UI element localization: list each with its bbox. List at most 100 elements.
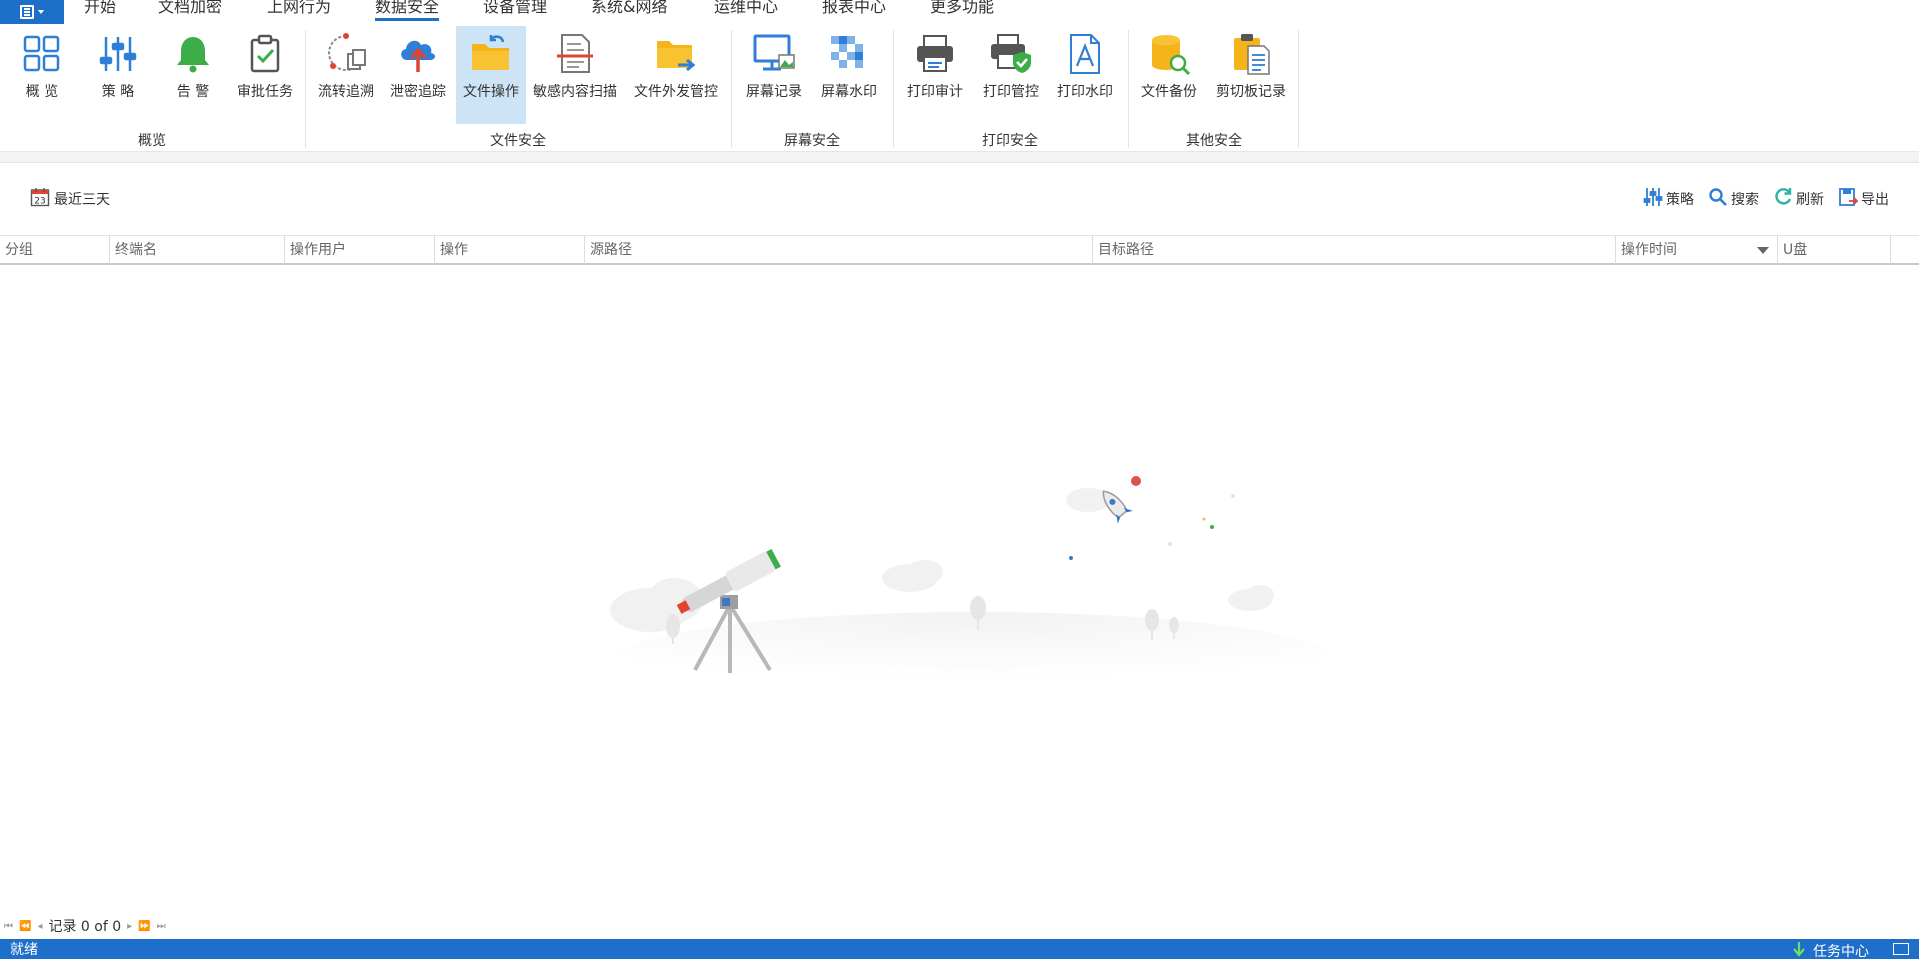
column-header-usb-drive[interactable]: U盘 xyxy=(1778,236,1891,264)
empty-state-illustration xyxy=(580,460,1350,714)
flow-trace-button-label: 流转追溯 xyxy=(318,84,374,100)
toolbar-search-button[interactable]: 搜索 xyxy=(1708,187,1759,211)
leak-trace-button[interactable]: 泄密追踪 xyxy=(386,26,450,124)
printer-icon xyxy=(913,32,957,76)
group-label-other-security: 其他安全 xyxy=(1186,133,1242,149)
clipboard-icon xyxy=(1229,32,1273,76)
cloud-upload-icon xyxy=(396,32,440,76)
sensitive-scan-button-label: 敏感内容扫描 xyxy=(533,84,617,100)
document-icon xyxy=(20,5,34,19)
next-page-icon[interactable]: ▸ xyxy=(127,921,132,932)
file-outgoing-control-button[interactable]: 文件外发管控 xyxy=(628,26,724,124)
task-center-button[interactable]: 任务中心 xyxy=(1791,941,1869,959)
file-backup-button-label: 文件备份 xyxy=(1141,84,1197,100)
tab-start[interactable]: 开始 xyxy=(84,0,116,21)
flow-trace-icon xyxy=(324,32,368,76)
print-control-button[interactable]: 打印管控 xyxy=(976,26,1046,124)
tab-ops-center[interactable]: 运维中心 xyxy=(714,0,778,21)
column-header-terminal-name[interactable]: 终端名 xyxy=(110,236,285,264)
tab-web-behavior[interactable]: 上网行为 xyxy=(267,0,331,21)
refresh-icon xyxy=(1773,187,1793,211)
group-separator xyxy=(1298,30,1299,148)
record-count-label: 记录 0 of 0 xyxy=(48,919,122,935)
calendar-icon: 23 xyxy=(30,187,50,211)
overview-button[interactable]: 概 览 xyxy=(14,26,70,124)
screen-watermark-button-label: 屏幕水印 xyxy=(821,84,877,100)
sensitive-scan-button[interactable]: 敏感内容扫描 xyxy=(530,26,620,124)
toolbar-policy-button[interactable]: 策略 xyxy=(1643,187,1694,211)
column-header-target-path[interactable]: 目标路径 xyxy=(1093,236,1616,264)
toolbar-search-label: 搜索 xyxy=(1731,192,1759,208)
group-separator xyxy=(1128,30,1129,148)
alarm-button[interactable]: 告 警 xyxy=(165,26,221,124)
flow-trace-button[interactable]: 流转追溯 xyxy=(314,26,378,124)
first-page-icon[interactable]: ⏮ xyxy=(4,921,13,932)
sort-descending-icon[interactable] xyxy=(1757,247,1769,254)
column-header-operation[interactable]: 操作 xyxy=(435,236,585,264)
date-range-label: 最近三天 xyxy=(54,192,110,208)
toolbar-policy-label: 策略 xyxy=(1666,192,1694,208)
group-label-file-security: 文件安全 xyxy=(490,133,546,149)
menu-bar: 开始 文档加密 上网行为 数据安全 设备管理 系统&网络 运维中心 报表中心 更… xyxy=(0,0,1919,24)
pager: ⏮ ⏪ ◂ 记录 0 of 0 ▸ ⏩ ⏭ xyxy=(4,916,166,936)
app-menu-button[interactable] xyxy=(0,0,64,24)
date-range-filter[interactable]: 23 最近三天 xyxy=(30,187,110,211)
prev-page-fast-icon[interactable]: ⏪ xyxy=(19,921,31,932)
sliders-icon xyxy=(1643,187,1663,211)
sliders-icon xyxy=(96,32,140,76)
grid-header: 分组 终端名 操作用户 操作 源路径 目标路径 操作时间 U盘 xyxy=(0,235,1919,265)
screen-record-button-label: 屏幕记录 xyxy=(746,84,802,100)
leak-trace-button-label: 泄密追踪 xyxy=(390,84,446,100)
tab-data-security[interactable]: 数据安全 xyxy=(375,0,440,21)
clipboard-record-button-label: 剪切板记录 xyxy=(1216,84,1286,100)
tab-doc-encryption[interactable]: 文档加密 xyxy=(158,0,222,21)
print-watermark-button-label: 打印水印 xyxy=(1057,84,1113,100)
print-audit-button[interactable]: 打印审计 xyxy=(902,26,968,124)
toolbar-refresh-button[interactable]: 刷新 xyxy=(1773,187,1824,211)
approval-task-button[interactable]: 审批任务 xyxy=(233,26,297,124)
file-operation-button[interactable]: 文件操作 xyxy=(456,26,526,124)
download-arrow-icon xyxy=(1791,941,1807,959)
calendar-icon-day: 23 xyxy=(34,197,45,207)
export-icon xyxy=(1838,187,1859,211)
column-header-source-path[interactable]: 源路径 xyxy=(585,236,1093,264)
tab-more-features[interactable]: 更多功能 xyxy=(930,0,994,21)
task-center-label: 任务中心 xyxy=(1813,943,1869,959)
policy-button[interactable]: 策 略 xyxy=(90,26,146,124)
print-audit-button-label: 打印审计 xyxy=(907,84,963,100)
toolbar-refresh-label: 刷新 xyxy=(1796,192,1824,208)
alarm-button-label: 告 警 xyxy=(176,84,210,100)
prev-page-icon[interactable]: ◂ xyxy=(37,921,42,932)
column-header-operating-user[interactable]: 操作用户 xyxy=(285,236,435,264)
print-watermark-button[interactable]: 打印水印 xyxy=(1052,26,1118,124)
tab-device-management[interactable]: 设备管理 xyxy=(483,0,547,21)
document-scan-icon xyxy=(553,32,597,76)
approval-task-button-label: 审批任务 xyxy=(237,84,293,100)
status-text: 就绪 xyxy=(10,942,38,958)
monitor-image-icon xyxy=(752,32,796,76)
status-bar: 就绪 任务中心 xyxy=(0,939,1919,959)
file-backup-button[interactable]: 文件备份 xyxy=(1136,26,1202,124)
column-header-operation-time[interactable]: 操作时间 xyxy=(1616,236,1778,264)
bell-icon xyxy=(171,32,215,76)
toolbar-export-label: 导出 xyxy=(1861,192,1889,208)
checker-icon xyxy=(827,32,871,76)
message-icon[interactable] xyxy=(1893,943,1909,955)
chevron-down-icon xyxy=(38,10,44,14)
tab-system-network[interactable]: 系统&网络 xyxy=(591,0,667,21)
screen-record-button[interactable]: 屏幕记录 xyxy=(740,26,808,124)
policy-button-label: 策 略 xyxy=(101,84,135,100)
toolbar: 23 最近三天 策略 搜索 刷新 导出 xyxy=(0,180,1919,216)
tab-report-center[interactable]: 报表中心 xyxy=(822,0,886,21)
search-icon xyxy=(1708,187,1728,211)
next-page-fast-icon[interactable]: ⏩ xyxy=(138,921,150,932)
column-header-operation-time-label: 操作时间 xyxy=(1621,242,1677,258)
column-header-group[interactable]: 分组 xyxy=(0,236,110,264)
print-control-button-label: 打印管控 xyxy=(983,84,1039,100)
overview-button-label: 概 览 xyxy=(25,84,59,100)
screen-watermark-button[interactable]: 屏幕水印 xyxy=(814,26,884,124)
clipboard-record-button[interactable]: 剪切板记录 xyxy=(1210,26,1292,124)
toolbar-export-button[interactable]: 导出 xyxy=(1838,187,1889,211)
last-page-icon[interactable]: ⏭ xyxy=(157,921,166,932)
printer-shield-icon xyxy=(989,32,1033,76)
